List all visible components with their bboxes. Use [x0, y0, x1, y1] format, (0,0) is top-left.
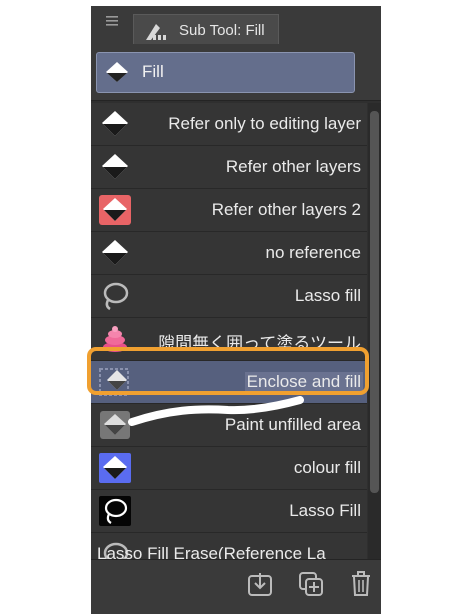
scrollbar-thumb[interactable] [370, 111, 379, 493]
list-item-label: Refer only to editing layer [168, 114, 361, 133]
lasso-icon [103, 282, 129, 311]
add-copy-icon[interactable] [297, 570, 325, 598]
sub-tool-panel: Sub Tool: Fill Fill Refer only to editin… [91, 6, 381, 614]
fill-bucket-icon [102, 154, 128, 179]
fill-bucket-icon [106, 62, 128, 82]
paint-unfilled-icon [100, 411, 130, 439]
list-item[interactable]: colour fill [91, 447, 367, 490]
highlight-annotation [87, 347, 369, 395]
list-item[interactable]: Refer only to editing layer [91, 103, 367, 146]
fill-bucket-icon [102, 111, 128, 136]
tool-group-row: Fill [91, 44, 381, 101]
panel-titlebar: Sub Tool: Fill [91, 6, 381, 45]
panel-bottom-bar [91, 559, 381, 614]
group-label: Fill [142, 62, 164, 81]
fill-tool-icon [146, 24, 166, 40]
brush-stroke-annotation [128, 396, 304, 426]
list-item-label: Refer other layers [225, 157, 361, 176]
list-item[interactable]: Lasso fill [91, 275, 367, 318]
list-item-label: Lasso fill [294, 286, 361, 305]
list-item[interactable]: Refer other layers 2 [91, 189, 367, 232]
sub-tool-list: Refer only to editing layer Refer other … [91, 103, 367, 559]
hamburger-menu-icon[interactable] [105, 14, 119, 28]
fill-bucket-blue-icon [99, 453, 131, 483]
list-scrollbar[interactable] [368, 103, 381, 559]
lasso-black-icon [99, 496, 131, 526]
list-item[interactable]: no reference [91, 232, 367, 275]
list-item[interactable]: Lasso Fill [91, 490, 367, 533]
list-item-label: Refer other layers 2 [211, 200, 361, 219]
fill-group-button[interactable]: Fill [96, 52, 355, 93]
trash-icon[interactable] [347, 570, 375, 598]
list-item[interactable]: Lasso Fill Erase(Reference La [91, 533, 367, 559]
list-item[interactable]: Refer other layers [91, 146, 367, 189]
fill-bucket-red-icon [99, 195, 131, 225]
list-item-label: Lasso Fill Erase(Reference La [97, 544, 326, 559]
fill-bucket-icon [102, 240, 128, 265]
download-icon[interactable] [246, 570, 274, 598]
tab-label: Sub Tool: Fill [179, 22, 265, 39]
list-item-label: Lasso Fill [289, 501, 361, 520]
list-item-label: colour fill [293, 458, 361, 477]
tab-sub-tool-fill[interactable]: Sub Tool: Fill [133, 14, 279, 44]
list-item-label: no reference [265, 243, 361, 262]
